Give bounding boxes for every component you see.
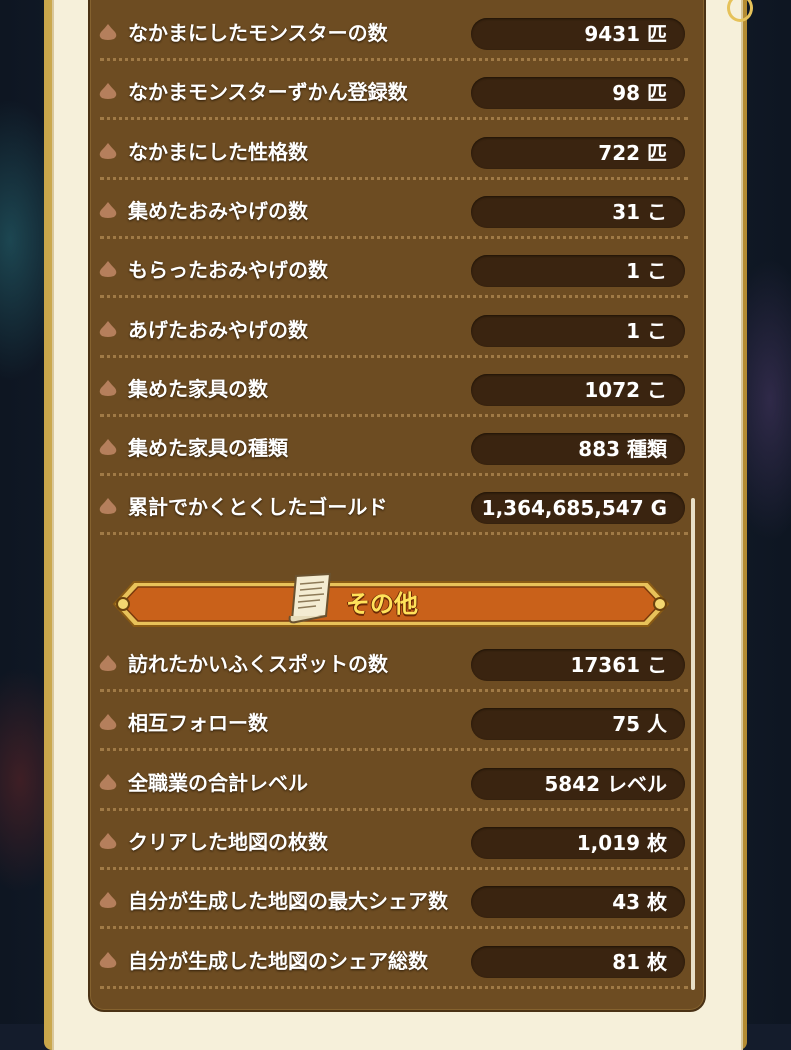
stat-label: 集めた家具の数	[128, 376, 268, 401]
stat-row: クリアした地図の枚数 1,019 枚	[96, 812, 692, 870]
stat-value: 1072 こ	[584, 377, 667, 402]
stat-value: 1,364,685,547 G	[481, 496, 667, 521]
stat-label: 累計でかくとくしたゴールド	[128, 495, 388, 520]
stat-row: もらったおみやげの数 1 こ	[96, 240, 692, 299]
stat-value: 43 枚	[612, 890, 667, 915]
bullet-icon	[99, 379, 117, 396]
stat-value: 9431 匹	[584, 22, 667, 46]
stat-value-box: 722 匹	[471, 136, 685, 169]
stat-row: 累計でかくとくしたゴールド 1,364,685,547 G	[96, 477, 692, 536]
dotted-divider	[100, 295, 688, 299]
stat-value: 31 こ	[612, 199, 667, 224]
stat-value-box: 1 こ	[471, 314, 685, 347]
dotted-divider	[100, 748, 688, 752]
stat-value-box: 1072 こ	[471, 373, 685, 406]
bullet-icon	[99, 142, 117, 159]
dotted-divider	[100, 176, 688, 180]
stat-label: あげたおみやげの数	[128, 317, 308, 342]
bullet-icon	[99, 261, 117, 278]
dotted-divider	[100, 532, 688, 536]
bullet-icon	[99, 892, 117, 909]
stat-row: 集めた家具の数 1072 こ	[96, 359, 692, 417]
stat-label: 集めたおみやげの数	[128, 198, 308, 223]
stat-value-box: 9431 匹	[471, 18, 685, 50]
stat-value: 98 匹	[612, 81, 667, 106]
stat-value-box: 1,364,685,547 G	[471, 492, 685, 525]
scrollbar[interactable]	[691, 498, 695, 990]
stat-label: なかまにした性格数	[128, 139, 308, 164]
stat-value-box: 31 こ	[471, 195, 685, 228]
bullet-icon	[99, 83, 117, 100]
stat-value-box: 43 枚	[471, 886, 685, 919]
scroll-icon	[288, 572, 332, 624]
stat-row: 集めたおみやげの数 31 こ	[96, 181, 692, 239]
bullet-icon	[99, 498, 117, 515]
stat-label: 自分が生成した地図の最大シェア数	[128, 889, 448, 914]
stat-value: 17361 こ	[570, 653, 667, 677]
stat-value: 1 こ	[626, 318, 667, 343]
stat-label: 訪れたかいふくスポットの数	[128, 652, 388, 676]
stat-label: 相互フォロー数	[128, 711, 268, 736]
bullet-icon	[99, 655, 117, 671]
stat-row: 全職業の合計レベル 5842 レベル	[96, 753, 692, 811]
stat-label: なかまモンスターずかん登録数	[128, 80, 408, 105]
stat-value: 1 こ	[626, 259, 667, 284]
dotted-divider	[100, 354, 688, 358]
stat-row: 相互フォロー数 75 人	[96, 693, 692, 752]
dotted-divider	[100, 235, 688, 239]
dotted-divider	[100, 866, 688, 870]
stat-row: なかまにした性格数 722 匹	[96, 122, 692, 180]
bullet-icon	[99, 24, 117, 40]
stat-row: 訪れたかいふくスポットの数 17361 こ	[96, 634, 692, 692]
stat-label: 全職業の合計レベル	[128, 770, 308, 795]
stat-value-box: 5842 レベル	[471, 767, 685, 800]
bullet-icon	[99, 951, 117, 968]
dotted-divider	[100, 413, 688, 417]
stat-label: 集めた家具の種類	[128, 436, 288, 461]
stat-value-box: 81 枚	[471, 945, 685, 978]
stat-value: 81 枚	[612, 949, 667, 974]
banner-rivet-right	[653, 597, 667, 611]
bullet-icon	[99, 832, 117, 849]
dotted-divider	[100, 58, 688, 61]
stat-row: あげたおみやげの数 1 こ	[96, 300, 692, 358]
stat-value: 75 人	[612, 712, 667, 737]
stat-row: 自分が生成した地図の最大シェア数 43 枚	[96, 871, 692, 930]
stat-value: 1,019 枚	[576, 830, 667, 855]
stat-row: なかまにしたモンスターの数 9431 匹	[96, 3, 692, 61]
stat-value: 722 匹	[598, 140, 667, 165]
bullet-icon	[99, 439, 117, 456]
stat-label: もらったおみやげの数	[128, 258, 328, 283]
stat-value-box: 98 匹	[471, 77, 685, 110]
dotted-divider	[100, 117, 688, 121]
bullet-icon	[99, 773, 117, 790]
banner-rivet-left	[116, 597, 130, 611]
section-title: その他	[346, 590, 418, 618]
stat-row: 自分が生成した地図のシェア総数 81 枚	[96, 931, 692, 989]
stat-row: なかまモンスターずかん登録数 98 匹	[96, 62, 692, 121]
section-banner-other: その他	[100, 572, 682, 630]
stat-label: 自分が生成した地図のシェア総数	[128, 948, 428, 973]
dotted-divider	[100, 689, 688, 692]
stat-value-box: 75 人	[471, 708, 685, 741]
stat-row: 集めた家具の種類 883 種類	[96, 418, 692, 477]
stat-value: 5842 レベル	[544, 771, 667, 796]
dotted-divider	[100, 985, 688, 989]
stat-label: なかまにしたモンスターの数	[128, 21, 388, 45]
bullet-icon	[99, 201, 117, 218]
dotted-divider	[100, 473, 688, 477]
stat-value-box: 1 こ	[471, 255, 685, 288]
stat-value: 883 種類	[578, 437, 667, 462]
stat-value-box: 17361 こ	[471, 649, 685, 681]
stat-label: クリアした地図の枚数	[128, 829, 328, 854]
dotted-divider	[100, 926, 688, 930]
bullet-icon	[99, 714, 117, 731]
bullet-icon	[99, 320, 117, 337]
stat-value-box: 1,019 枚	[471, 826, 685, 859]
stat-value-box: 883 種類	[471, 433, 685, 466]
dotted-divider	[100, 807, 688, 811]
